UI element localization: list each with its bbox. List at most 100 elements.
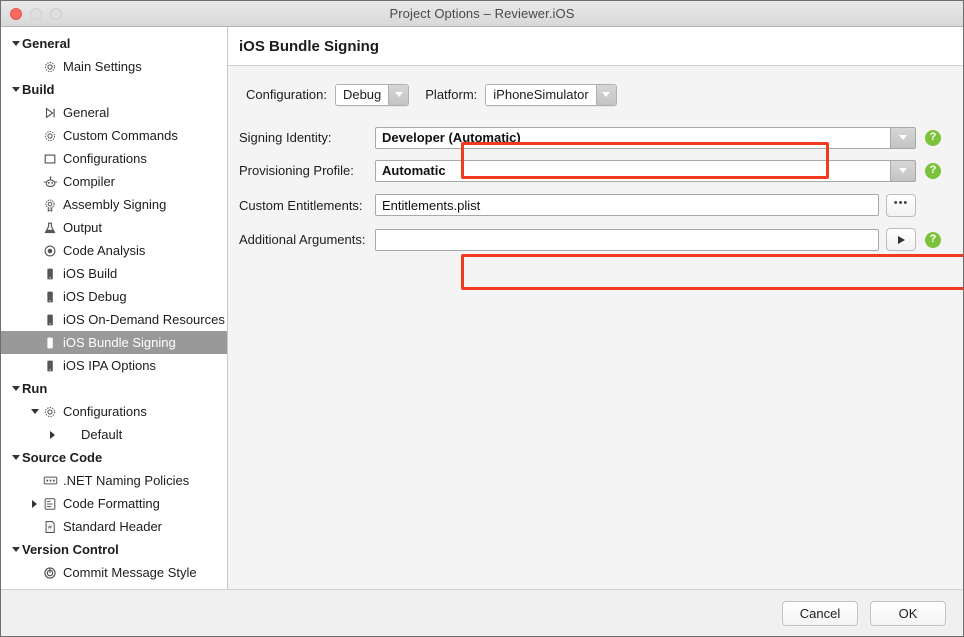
sidebar-item-label: Custom Commands	[63, 128, 178, 143]
minimize-window-icon[interactable]	[30, 7, 42, 20]
sidebar-item-label: Source Code	[22, 450, 103, 465]
chevron-down-icon[interactable]	[9, 41, 22, 46]
sidebar-item-default[interactable]: Default	[1, 423, 227, 446]
sidebar-item-general[interactable]: General	[1, 32, 227, 55]
sidebar-item-ios-on-demand-resources[interactable]: iOS On-Demand Resources	[1, 308, 227, 331]
play-icon	[897, 235, 905, 244]
sidebar-item-ios-ipa-options[interactable]: iOS IPA Options	[1, 354, 227, 377]
sidebar-item-label: Run	[22, 381, 48, 396]
window-titlebar: Project Options – Reviewer.iOS	[1, 1, 963, 27]
build-general-icon	[41, 106, 59, 120]
sidebar-item-build[interactable]: Build	[1, 78, 227, 101]
custom-entitlements-field[interactable]: Entitlements.plist	[375, 194, 879, 216]
sidebar-item-main-settings[interactable]: Main Settings	[1, 55, 227, 78]
sidebar-item-configurations[interactable]: Configurations	[1, 147, 227, 170]
window-body: General Main Settings Build General Custom C…	[1, 27, 963, 589]
configuration-dropdown[interactable]: Debug	[334, 83, 410, 106]
sidebar-item-output[interactable]: Output	[1, 216, 227, 239]
configuration-label: Configuration:	[246, 87, 327, 102]
hash-doc-icon: #	[41, 520, 59, 534]
sidebar-item-label: Main Settings	[63, 59, 142, 74]
custom-entitlements-label: Custom Entitlements:	[239, 197, 363, 213]
sidebar-item-label: iOS Debug	[63, 289, 127, 304]
gear-icon	[41, 129, 59, 143]
iphone-icon	[41, 336, 59, 350]
signing-identity-help-icon[interactable]: ?	[925, 129, 941, 146]
signing-identity-field[interactable]: Developer (Automatic)	[375, 126, 890, 149]
provisioning-profile-help-icon[interactable]: ?	[925, 162, 941, 179]
additional-arguments-help-icon[interactable]: ?	[925, 231, 941, 248]
provisioning-profile-row: Provisioning Profile: Automatic ?	[239, 154, 941, 187]
additional-arguments-field[interactable]	[375, 228, 879, 251]
options-sidebar-tree[interactable]: General Main Settings Build General Custom C…	[1, 27, 228, 589]
sidebar-item-label: Standard Header	[63, 519, 163, 534]
chevron-right-icon[interactable]	[28, 499, 41, 508]
radio-dot-icon	[41, 244, 59, 258]
additional-arguments-label: Additional Arguments:	[239, 232, 366, 247]
sidebar-item-configurations[interactable]: Configurations	[1, 400, 227, 423]
iphone-icon	[41, 359, 59, 373]
iphone-icon	[41, 290, 59, 304]
sidebar-item-label: .NET Naming Policies	[63, 473, 190, 488]
sidebar-item-label: Build	[22, 82, 55, 97]
sidebar-item-source-code[interactable]: Source Code	[1, 446, 227, 469]
svg-text:#: #	[48, 524, 52, 531]
sidebar-item-label: iOS Bundle Signing	[63, 335, 176, 350]
sidebar-item-assembly-signing[interactable]: Assembly Signing	[1, 193, 227, 216]
sidebar-item-ios-debug[interactable]: iOS Debug	[1, 285, 227, 308]
sidebar-item-label: Assembly Signing	[63, 197, 167, 212]
close-window-icon[interactable]	[10, 7, 22, 20]
ok-button[interactable]: OK	[870, 600, 946, 626]
square-icon	[41, 152, 59, 166]
sidebar-item-ios-bundle-signing[interactable]: iOS Bundle Signing	[1, 331, 227, 354]
content-panel: iOS Bundle Signing Configuration: Debug …	[228, 27, 963, 589]
provisioning-profile-dropdown-icon[interactable]	[890, 159, 916, 182]
browse-entitlements-button[interactable]: •••	[886, 193, 916, 217]
signing-identity-dropdown-icon[interactable]	[890, 126, 916, 149]
sidebar-item-label: iOS IPA Options	[63, 358, 156, 373]
settings-form: Configuration: Debug Platform: iPhoneSim…	[228, 66, 963, 256]
provisioning-profile-field[interactable]: Automatic	[375, 159, 890, 182]
iphone-icon	[41, 313, 59, 327]
sidebar-item-label: Output	[63, 220, 103, 235]
maximize-window-icon[interactable]	[50, 7, 62, 20]
sidebar-item-custom-commands[interactable]: Custom Commands	[1, 124, 227, 147]
platform-dropdown[interactable]: iPhoneSimulator	[485, 83, 617, 106]
sidebar-item-label: Configurations	[63, 404, 147, 419]
sidebar-item-code-formatting[interactable]: Code Formatting	[1, 492, 227, 515]
additional-arguments-row: Additional Arguments: ?	[239, 223, 941, 256]
chevron-down-icon[interactable]	[9, 386, 22, 391]
chevron-down-icon[interactable]	[28, 409, 41, 414]
sidebar-item-run[interactable]: Run	[1, 377, 227, 400]
sidebar-item-compiler[interactable]: Compiler	[1, 170, 227, 193]
chevron-down-icon[interactable]	[388, 84, 409, 105]
chevron-down-icon[interactable]	[9, 455, 22, 460]
sidebar-item-code-analysis[interactable]: Code Analysis	[1, 239, 227, 262]
sidebar-item-label: iOS Build	[63, 266, 118, 281]
sidebar-item-label: Code Formatting	[63, 496, 160, 511]
sidebar-item-label: iOS On-Demand Resources	[63, 312, 225, 327]
platform-value: iPhoneSimulator	[486, 84, 596, 105]
sidebar-item-ios-build[interactable]: iOS Build	[1, 262, 227, 285]
dialog-footer: Cancel OK	[1, 589, 963, 636]
configuration-value: Debug	[335, 84, 389, 105]
naming-policy-icon	[41, 474, 59, 487]
cancel-button[interactable]: Cancel	[782, 600, 858, 626]
sidebar-item-label: General	[22, 36, 71, 51]
sidebar-item-label: Default	[81, 427, 123, 442]
chevron-right-icon[interactable]	[46, 430, 59, 439]
annotation-box-entitlements	[461, 254, 963, 290]
chevron-down-icon[interactable]	[9, 87, 22, 92]
signing-identity-label: Signing Identity:	[239, 130, 332, 145]
chevron-down-icon[interactable]	[9, 547, 22, 552]
gear-icon	[41, 60, 59, 74]
sidebar-item-commit-message-style[interactable]: Commit Message Style	[1, 561, 227, 584]
sidebar-item-version-control[interactable]: Version Control	[1, 538, 227, 561]
sidebar-item-label: Configurations	[63, 151, 147, 166]
sidebar-item-general[interactable]: General	[1, 101, 227, 124]
sidebar-item-net-naming-policies[interactable]: .NET Naming Policies	[1, 469, 227, 492]
sidebar-item-standard-header[interactable]: # Standard Header	[1, 515, 227, 538]
custom-entitlements-row: Custom Entitlements: Entitlements.plist …	[239, 187, 941, 223]
chevron-down-icon[interactable]	[595, 84, 616, 105]
run-arguments-button[interactable]	[886, 228, 916, 251]
